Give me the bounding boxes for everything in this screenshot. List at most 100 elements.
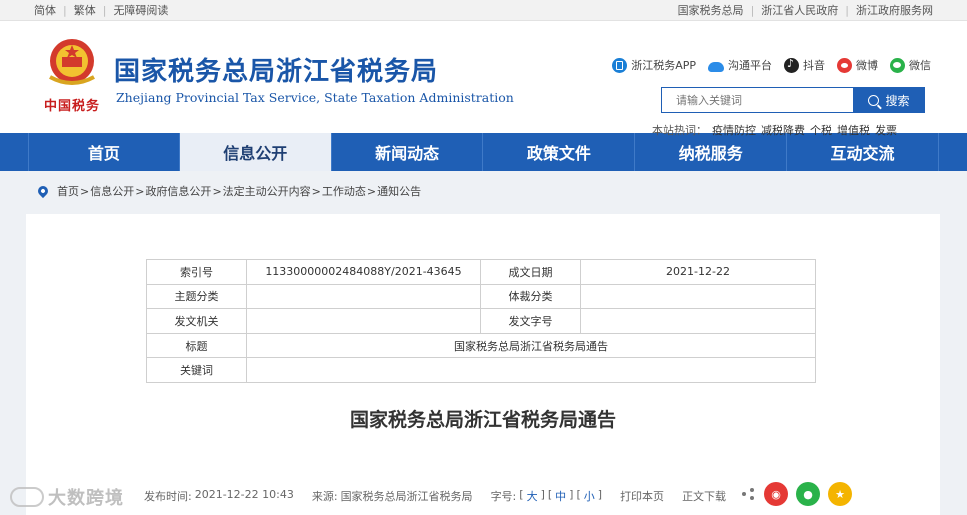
source-value: 国家税务总局浙江省税务局: [340, 490, 473, 503]
document-meta-table: 索引号 11330000002484088Y/2021-43645 成文日期 2…: [146, 259, 816, 383]
simplified-link[interactable]: 简体: [34, 2, 56, 18]
breadcrumb-statutory[interactable]: 法定主动公开内容: [223, 183, 311, 199]
search-input[interactable]: [661, 87, 853, 113]
nav-news[interactable]: 新闻动态: [332, 133, 484, 171]
wechat-link[interactable]: 微信: [890, 57, 931, 73]
watermark: 大数跨境: [10, 484, 124, 510]
tiktok-link[interactable]: 抖音: [784, 57, 825, 73]
app-link[interactable]: 浙江税务APP: [612, 57, 696, 73]
meta-value: [580, 283, 816, 310]
topbar-left: 简体 | 繁体 | 无障碍阅读: [34, 2, 168, 18]
font-size-label: 字号:: [490, 490, 517, 503]
article-panel: 索引号 11330000002484088Y/2021-43645 成文日期 2…: [26, 214, 940, 515]
site-title[interactable]: 国家税务总局浙江省税务局: [114, 51, 438, 88]
meta-value: [246, 308, 481, 334]
meta-key: 发文字号: [480, 308, 581, 334]
meta-key: 体裁分类: [480, 283, 581, 310]
meta-value: 国家税务总局浙江省税务局通告: [246, 332, 816, 359]
breadcrumb-work[interactable]: 工作动态: [322, 183, 366, 199]
hot-word[interactable]: 增值税: [837, 122, 870, 138]
weibo-icon: ◉: [771, 487, 781, 501]
top-bar: 简体 | 繁体 | 无障碍阅读 国家税务总局 | 浙江省人民政府 | 浙江政府服…: [0, 0, 967, 21]
meta-key: 标题: [146, 332, 247, 359]
meta-key: 成文日期: [480, 259, 581, 285]
table-row: 索引号 11330000002484088Y/2021-43645 成文日期 2…: [146, 259, 816, 285]
tiktok-label: 抖音: [803, 59, 825, 72]
divider: |: [63, 3, 67, 17]
nav-info-disclosure[interactable]: 信息公开: [179, 133, 332, 171]
topbar-right: 国家税务总局 | 浙江省人民政府 | 浙江政府服务网: [678, 2, 933, 18]
meta-value: 11330000002484088Y/2021-43645: [246, 259, 481, 285]
share-wechat-button[interactable]: ●: [796, 482, 820, 506]
share-bar: ◉ ● ★: [742, 482, 852, 506]
meta-key: 索引号: [146, 259, 247, 285]
search-button[interactable]: 搜索: [853, 87, 925, 113]
search-button-label: 搜索: [885, 93, 910, 108]
platform-label: 沟通平台: [728, 59, 772, 72]
download-link[interactable]: 正文下载: [682, 488, 726, 504]
meta-key: 关键词: [146, 357, 247, 383]
meta-value: [580, 308, 816, 334]
divider: |: [102, 3, 107, 17]
traditional-link[interactable]: 繁体: [74, 2, 96, 18]
app-icon: [612, 57, 628, 73]
site-subtitle: Zhejiang Provincial Tax Service, State T…: [116, 90, 514, 105]
table-row: 主题分类 体裁分类: [146, 283, 816, 310]
accessibility-link[interactable]: 无障碍阅读: [113, 2, 168, 18]
main-nav: 首页 信息公开 新闻动态 政策文件 纳税服务 互动交流: [0, 133, 967, 171]
social-links: 浙江税务APP 沟通平台 抖音 微博 微信: [612, 57, 931, 73]
font-medium-button[interactable]: 中: [555, 488, 566, 504]
location-pin-icon: [35, 183, 51, 199]
app-label: 浙江税务APP: [631, 59, 696, 72]
table-row: 关键词: [146, 357, 816, 383]
nav-home[interactable]: 首页: [28, 133, 180, 171]
table-row: 标题 国家税务总局浙江省税务局通告: [146, 332, 816, 359]
document-title: 国家税务总局浙江省税务局通告: [349, 409, 616, 431]
search-icon: [868, 94, 880, 106]
cloud-icon: [708, 61, 724, 72]
hot-words-label: 本站热词：: [652, 124, 707, 137]
nav-policy[interactable]: 政策文件: [483, 133, 636, 171]
share-icon: [742, 488, 756, 500]
font-small-button[interactable]: 小: [584, 488, 595, 504]
nav-tax-service[interactable]: 纳税服务: [635, 133, 788, 171]
meta-value: [246, 357, 816, 383]
weibo-link[interactable]: 微博: [837, 57, 878, 73]
wechat-label: 微信: [909, 59, 931, 72]
print-link[interactable]: 打印本页: [620, 488, 664, 504]
platform-link[interactable]: 沟通平台: [708, 57, 772, 73]
hot-word[interactable]: 减税降费: [761, 122, 805, 138]
meta-key: 发文机关: [146, 308, 247, 334]
breadcrumb-home[interactable]: 首页: [57, 183, 79, 199]
source: 来源: 国家税务总局浙江省税务局: [312, 488, 473, 504]
breadcrumb-info[interactable]: 信息公开: [90, 183, 134, 199]
font-large-button[interactable]: 大: [527, 488, 538, 504]
breadcrumb-notice[interactable]: 通知公告: [377, 183, 421, 199]
zj-service-link[interactable]: 浙江政府服务网: [856, 2, 933, 18]
search-box: 搜索: [661, 87, 925, 113]
publish-label: 发布时间:: [144, 490, 192, 503]
star-icon: ★: [835, 487, 845, 501]
breadcrumb: 首页 > 信息公开 > 政府信息公开 > 法定主动公开内容 > 工作动态 > 通知公告: [0, 171, 967, 211]
watermark-logo-icon: [10, 487, 44, 507]
wechat-icon: ●: [803, 487, 813, 501]
sta-link[interactable]: 国家税务总局: [678, 2, 744, 18]
share-weibo-button[interactable]: ◉: [764, 482, 788, 506]
breadcrumb-gov-info[interactable]: 政府信息公开: [145, 183, 211, 199]
watermark-text: 大数跨境: [48, 488, 124, 509]
meta-key: 主题分类: [146, 283, 247, 310]
weibo-icon: [837, 57, 852, 73]
nav-interaction[interactable]: 互动交流: [787, 133, 939, 171]
font-size-control: 字号: [大] [中] [小]: [490, 488, 603, 504]
hot-word[interactable]: 个税: [810, 122, 832, 138]
favorite-button[interactable]: ★: [828, 482, 852, 506]
divider: |: [750, 3, 755, 17]
publish-time: 发布时间: 2021-12-22 10:43: [144, 488, 294, 504]
hot-word[interactable]: 疫情防控: [712, 122, 756, 138]
wechat-icon: [890, 57, 905, 73]
meta-value: [246, 283, 481, 310]
hot-word[interactable]: 发票: [875, 122, 897, 138]
zj-gov-link[interactable]: 浙江省人民政府: [761, 2, 838, 18]
emblem-caption: 中国税务: [44, 99, 101, 114]
source-label: 来源:: [311, 490, 338, 503]
